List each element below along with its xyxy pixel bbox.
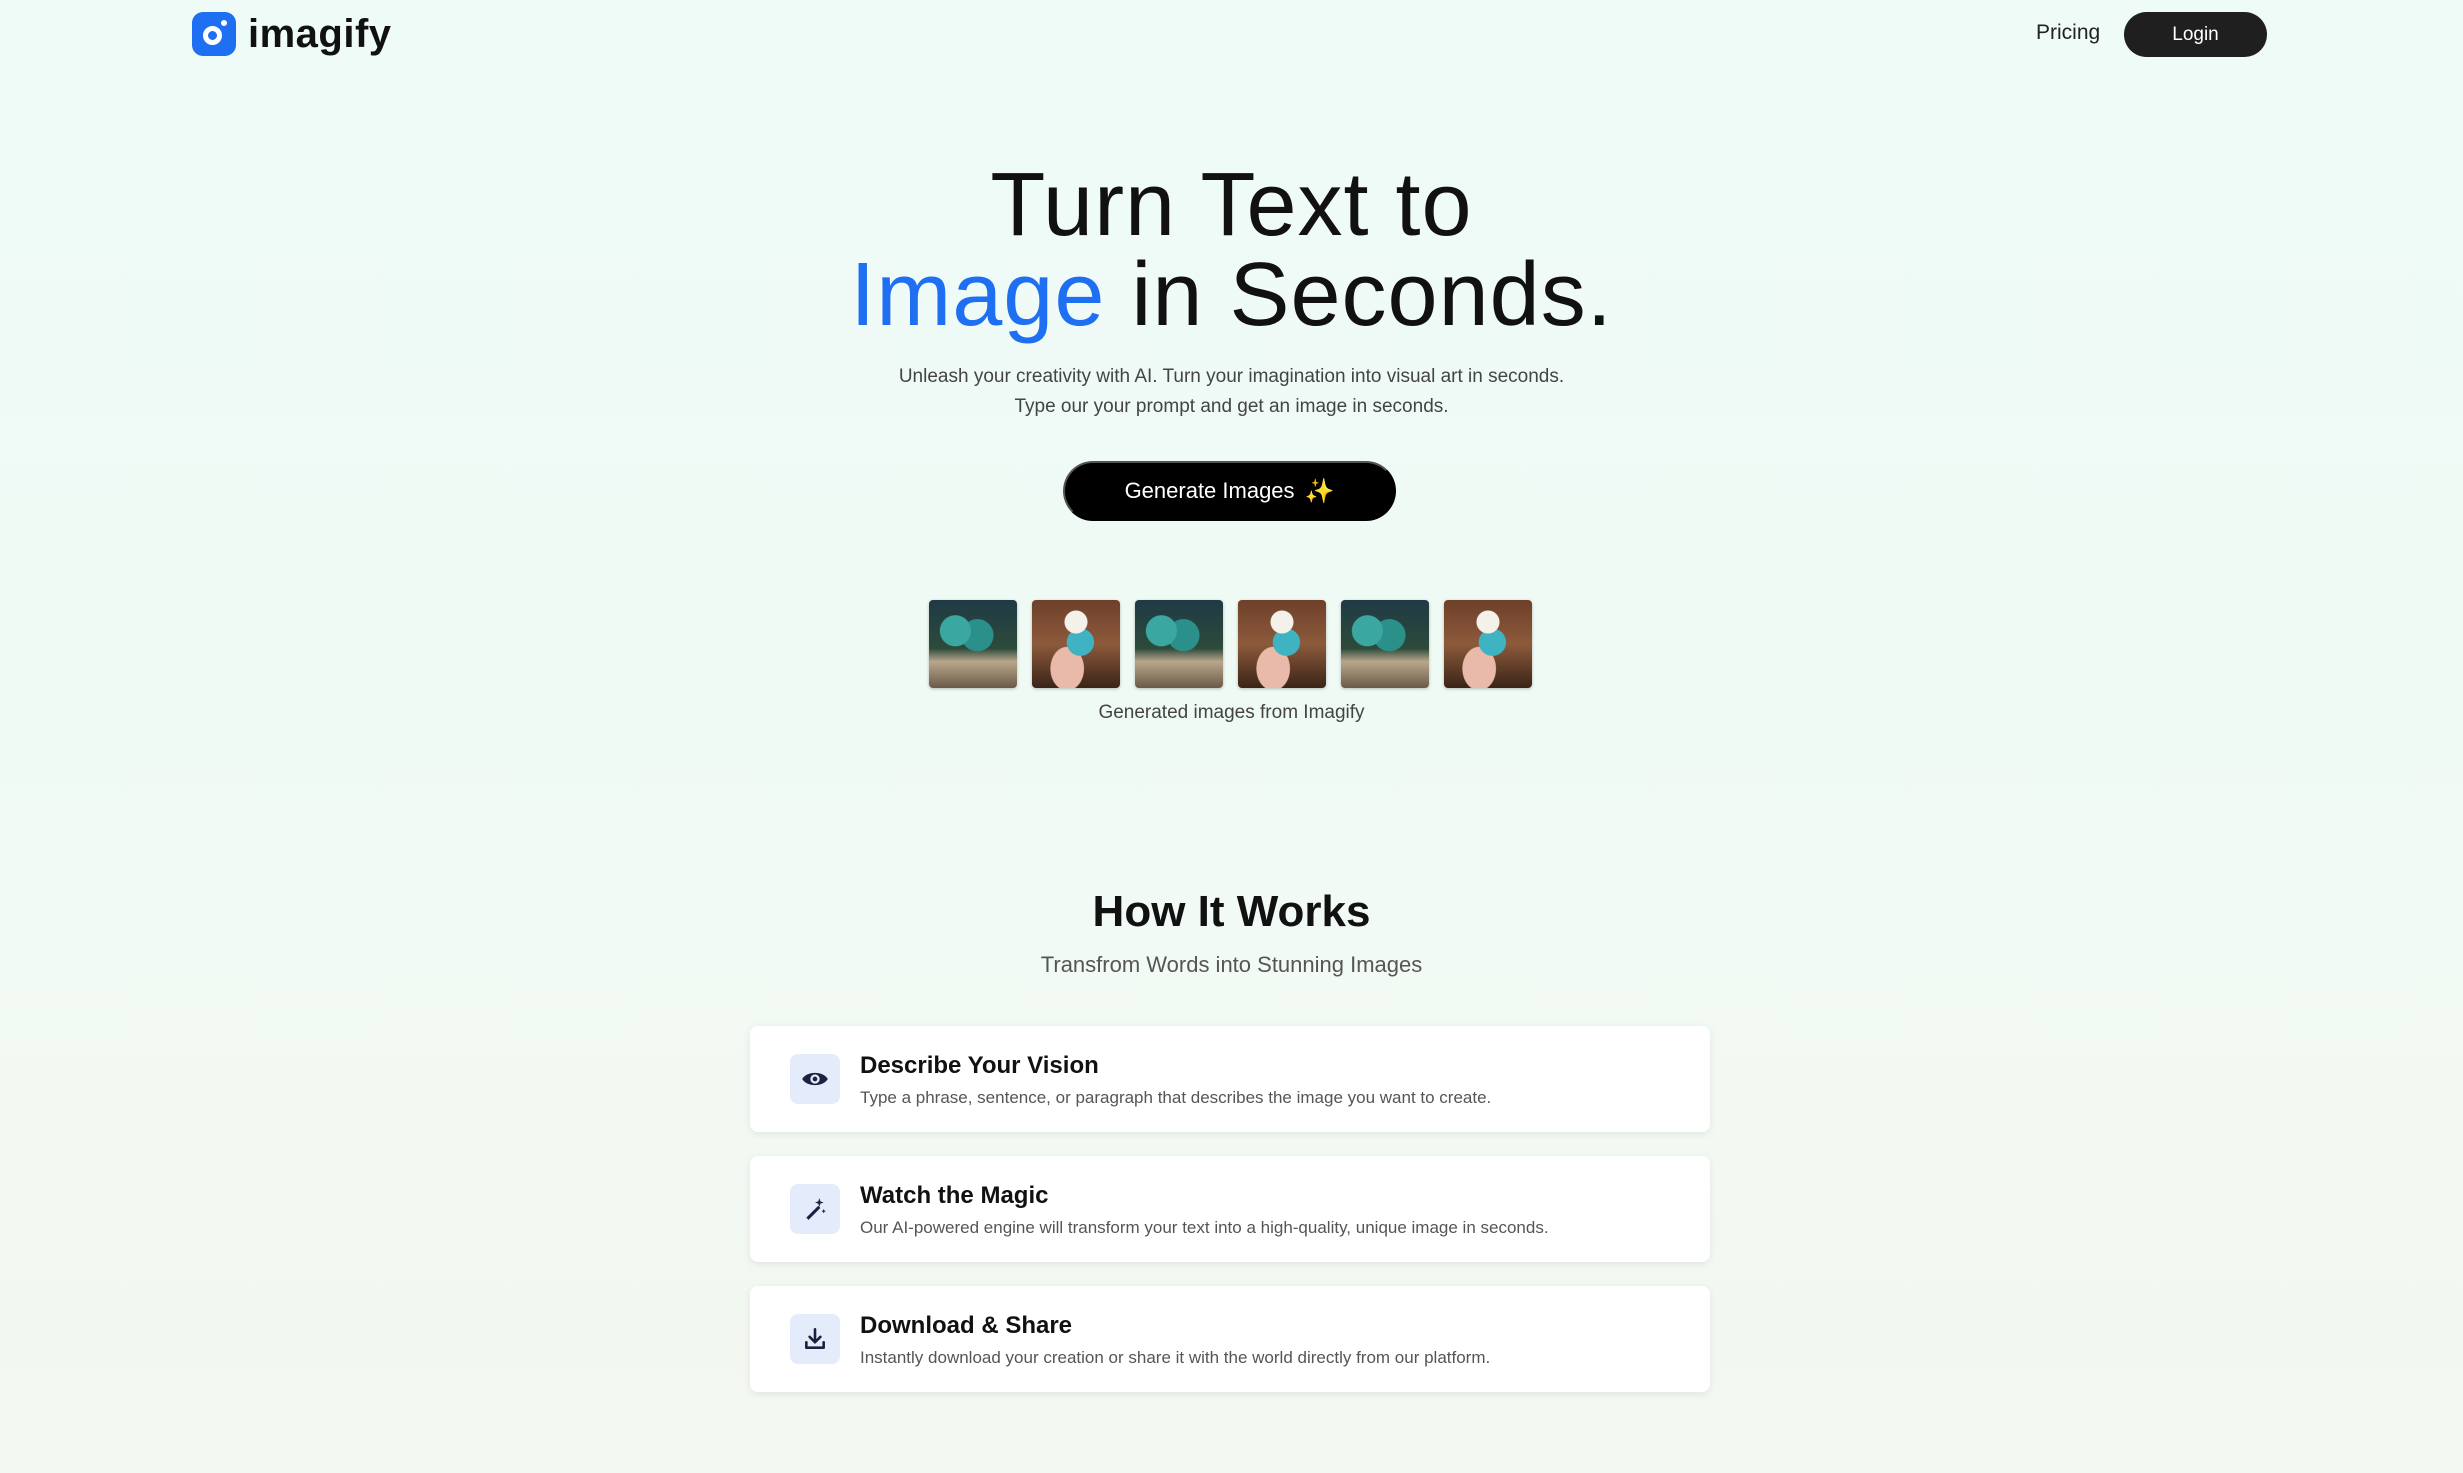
download-icon: [790, 1314, 840, 1364]
how-it-works-subtitle: Transfrom Words into Stunning Images: [1040, 952, 1423, 977]
gallery-image: [1341, 600, 1429, 688]
step-title: Describe Your Vision: [860, 1052, 1099, 1079]
hero-title-rest: in Seconds.: [1105, 245, 1613, 345]
gallery-image: [1238, 600, 1326, 688]
gallery-caption: Generated images from Imagify: [1098, 702, 1365, 723]
hero-title-line2: Image in Seconds.: [0, 250, 2463, 340]
step-card: Watch the Magic Our AI-powered engine wi…: [750, 1156, 1710, 1262]
step-title: Download & Share: [860, 1312, 1073, 1339]
brand-logo[interactable]: imagify: [192, 12, 392, 56]
gallery-image: [929, 600, 1017, 688]
magic-wand-icon: [790, 1184, 840, 1234]
gallery-image: [1444, 600, 1532, 688]
logo-icon: [192, 12, 236, 56]
step-card: Download & Share Instantly download your…: [750, 1286, 1710, 1392]
generate-images-button[interactable]: Generate Images ✨: [1063, 461, 1396, 521]
step-description: Instantly download your creation or shar…: [860, 1348, 1491, 1367]
hero-subtitle-line1: Unleash your creativity with AI. Turn yo…: [898, 366, 1565, 387]
hero-title-accent: Image: [850, 245, 1106, 345]
cta-label: Generate Images: [1124, 478, 1295, 503]
sample-gallery: [929, 600, 1532, 688]
gallery-image: [1032, 600, 1120, 688]
step-description: Type a phrase, sentence, or paragraph th…: [860, 1088, 1492, 1107]
gallery-image: [1135, 600, 1223, 688]
login-button[interactable]: Login: [2124, 12, 2267, 57]
brand-name: imagify: [248, 12, 392, 56]
step-title: Watch the Magic: [860, 1182, 1049, 1209]
eye-icon: [790, 1054, 840, 1104]
hero-title-line1: Turn Text to: [990, 155, 1473, 255]
pricing-link[interactable]: Pricing: [2036, 21, 2100, 45]
step-card: Describe Your Vision Type a phrase, sent…: [750, 1026, 1710, 1132]
top-nav: imagify Pricing Login: [0, 0, 2463, 70]
hero-subtitle-line2: Type our your prompt and get an image in…: [1014, 396, 1449, 417]
step-description: Our AI-powered engine will transform you…: [860, 1218, 1549, 1237]
sparkles-icon: ✨: [1304, 477, 1335, 505]
how-it-works-title: How It Works: [1092, 887, 1371, 936]
